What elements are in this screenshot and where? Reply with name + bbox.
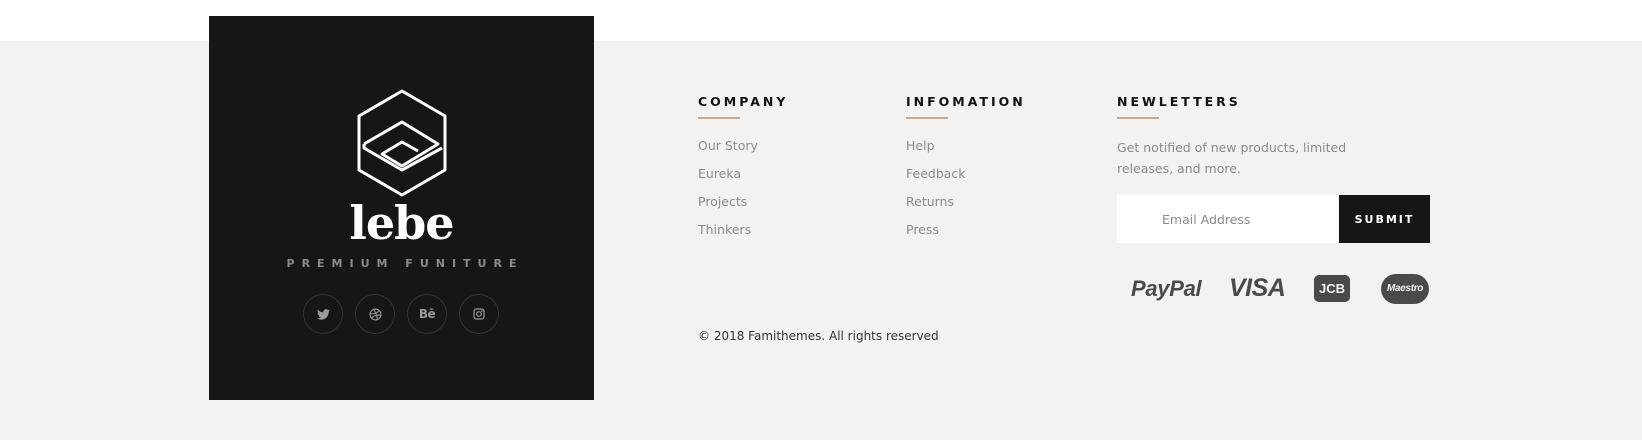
email-field[interactable]	[1117, 195, 1338, 243]
company-heading: COMPANY	[698, 94, 789, 109]
company-link-our-story[interactable]: Our Story	[698, 138, 788, 166]
company-link-thinkers[interactable]: Thinkers	[698, 222, 788, 250]
newsletter-heading-rule	[1117, 117, 1159, 119]
company-link-projects[interactable]: Projects	[698, 194, 788, 222]
instagram-link[interactable]	[459, 294, 499, 334]
jcb-icon: JCB	[1314, 275, 1350, 302]
newsletter-description: Get notified of new products, limited re…	[1117, 140, 1347, 176]
information-heading: INFOMATION	[906, 94, 1026, 109]
newsletter-column: NEWLETTERS Get notified of new products,…	[1117, 94, 1397, 179]
maestro-icon: Maestro	[1381, 274, 1429, 304]
dribbble-link[interactable]	[355, 294, 395, 334]
information-column: INFOMATION Help Feedback Returns Press	[906, 94, 1026, 250]
information-heading-rule	[906, 117, 948, 119]
brand-logo-icon	[357, 89, 447, 197]
information-link-feedback[interactable]: Feedback	[906, 166, 1026, 194]
newsletter-form: SUBMIT	[1117, 195, 1430, 243]
copyright-text: © 2018 Famithemes. All rights reserved	[698, 329, 939, 343]
behance-icon: Bē	[418, 307, 436, 321]
company-column: COMPANY Our Story Eureka Projects Thinke…	[698, 94, 788, 250]
company-links: Our Story Eureka Projects Thinkers	[698, 138, 788, 250]
twitter-icon	[316, 308, 330, 320]
brand-name: lebe	[349, 196, 454, 250]
submit-button[interactable]: SUBMIT	[1339, 195, 1430, 243]
twitter-link[interactable]	[303, 294, 343, 334]
instagram-icon	[473, 308, 485, 320]
information-link-returns[interactable]: Returns	[906, 194, 1026, 222]
newsletter-heading: NEWLETTERS	[1117, 94, 1241, 109]
brand-panel: lebe PREMIUM FUNITURE Bē	[209, 16, 594, 400]
company-heading-rule	[698, 117, 740, 119]
visa-icon: VISA	[1229, 274, 1286, 302]
behance-link[interactable]: Bē	[407, 294, 447, 334]
social-links: Bē	[303, 294, 499, 334]
information-link-press[interactable]: Press	[906, 222, 1026, 250]
paypal-icon: PayPal	[1131, 276, 1202, 301]
company-link-eureka[interactable]: Eureka	[698, 166, 788, 194]
brand-tagline: PREMIUM FUNITURE	[286, 257, 524, 270]
dribbble-icon	[369, 308, 381, 320]
payment-methods: PayPal VISA JCB Maestro	[1131, 270, 1431, 310]
information-link-help[interactable]: Help	[906, 138, 1026, 166]
information-links: Help Feedback Returns Press	[906, 138, 1026, 250]
